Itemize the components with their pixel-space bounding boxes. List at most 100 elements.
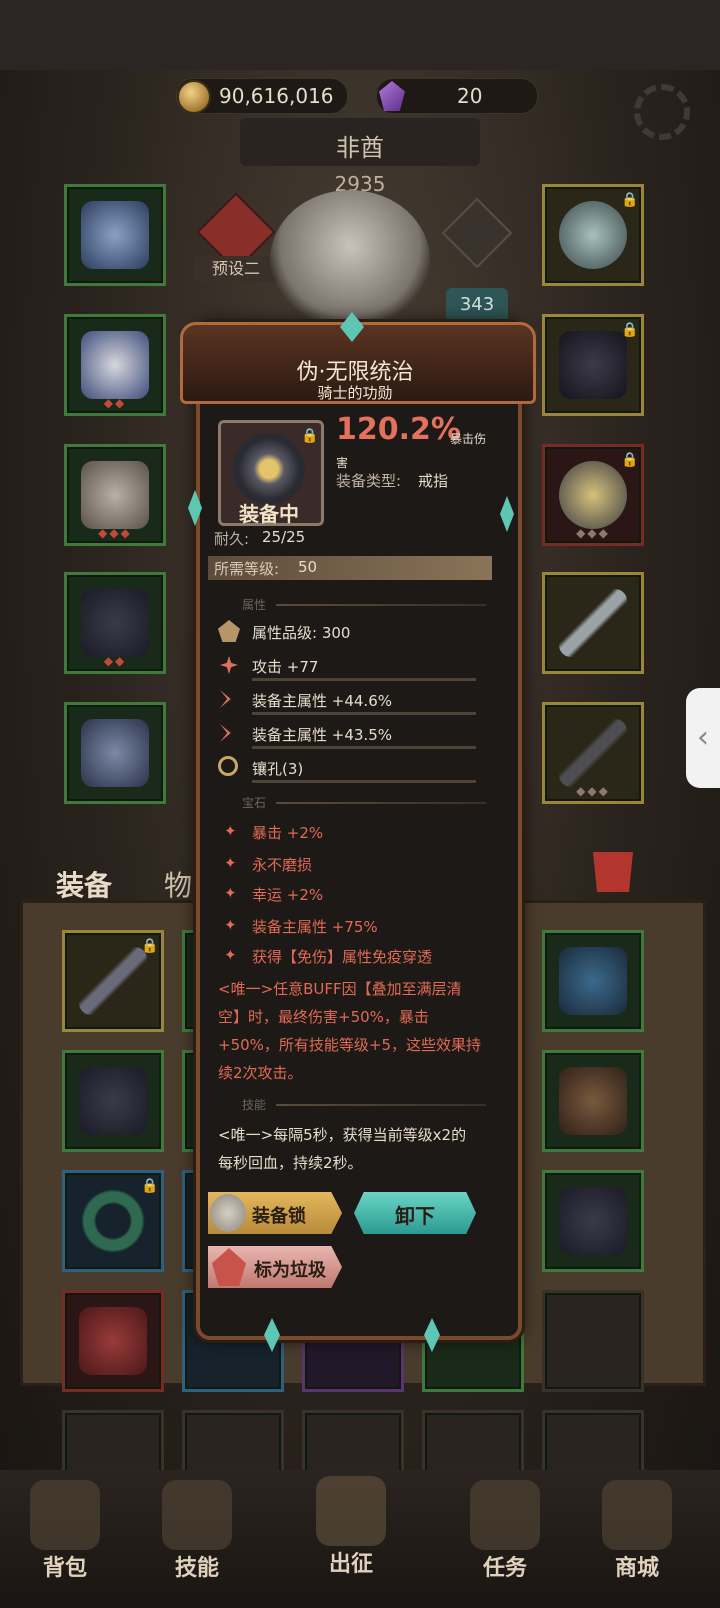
backpack-icon (30, 1480, 100, 1550)
attribute-line: 攻击 +77 (252, 658, 319, 676)
nav-skills[interactable]: 技能 (142, 1480, 252, 1582)
mark-as-junk-label: 标为垃圾 (254, 1260, 326, 1281)
durability-label: 耐久: (214, 530, 250, 548)
inventory-slot[interactable]: 🔒 (62, 1170, 164, 1272)
side-expand-button[interactable]: ‹ (686, 688, 720, 788)
preset-label[interactable]: 预设二 (194, 256, 278, 282)
nav-shop[interactable]: 商城 (582, 1480, 692, 1582)
tab-equip[interactable]: 装备 (56, 864, 112, 904)
lock-icon: 🔒 (621, 192, 639, 208)
inventory-slot[interactable]: 🔒 (62, 930, 164, 1032)
inventory-slot-empty[interactable] (542, 1290, 644, 1392)
nav-label: 背包 (42, 1556, 87, 1581)
type-value: 戒指 (418, 472, 449, 490)
lock-icon: 🔒 (141, 938, 159, 954)
attribute-line: 属性品级: 300 (252, 624, 351, 642)
lock-icon: 🔒 (141, 1178, 159, 1194)
socket-cycle-icon (218, 756, 238, 776)
status-bar-area (0, 0, 720, 70)
level-badge: 343 (446, 288, 508, 322)
gold-amount: 90,616,016 (219, 84, 334, 108)
req-level-label: 所需等级: (214, 560, 280, 578)
unique-effect-line: 空】时，最终伤害+50%，暴击 (218, 1008, 429, 1026)
skill-line: <唯一>每隔5秒，获得当前等级x2的 (218, 1126, 467, 1144)
main-stat-value: 120.2% (336, 412, 461, 447)
unique-effect-line: +50%，所有技能等级+5，这些效果持 (218, 1036, 482, 1054)
attribute-line: 镶孔(3) (252, 760, 304, 778)
hero-name: 非酋 (336, 134, 384, 162)
equip-slot-gloves[interactable]: ◆◆◆ (64, 444, 166, 546)
purple-gem-icon (379, 81, 405, 111)
gem-bullet-icon: ✦ (224, 916, 237, 934)
nav-label: 任务 (482, 1556, 527, 1581)
settings-gear-icon[interactable] (634, 84, 690, 140)
equip-slot-armor[interactable]: ◆◆ (64, 314, 166, 416)
unique-effect-line: <唯一>任意BUFF因【叠加至满层清 (218, 980, 462, 998)
item-subtitle: 骑士的功勋 (317, 384, 393, 402)
nav-backpack[interactable]: 背包 (10, 1480, 120, 1582)
equip-slot-weapon[interactable] (542, 572, 644, 674)
skill-book-icon (162, 1480, 232, 1550)
gem-bullet-icon: ✦ (224, 822, 237, 840)
shop-crown-icon (602, 1480, 672, 1550)
nav-label: 商城 (614, 1556, 659, 1581)
type-label: 装备类型: (336, 472, 402, 490)
unique-effect-line: 续2次攻击。 (218, 1064, 303, 1082)
equipped-tag: 装备中 (239, 502, 299, 526)
attributes-section-title: 属性 (242, 598, 267, 612)
main-stat-label: 暴击伤 (450, 432, 487, 446)
skills-section-title: 技能 (242, 1098, 267, 1112)
nav-expedition[interactable]: 出征 (296, 1476, 406, 1578)
gem-bullet-icon: ✦ (224, 884, 237, 902)
lock-icon: 🔒 (621, 322, 639, 338)
attribute-bar (252, 712, 476, 715)
lock-icon: 🔒 (301, 428, 319, 444)
nav-label: 出征 (328, 1552, 373, 1577)
scroll-icon (470, 1480, 540, 1550)
hero-portrait (270, 190, 430, 330)
equip-slot-ring[interactable]: 🔒 ◆◆◆ (542, 444, 644, 546)
gem-amount: 20 (457, 84, 483, 108)
gold-coin-icon (177, 80, 211, 114)
durability-value: 25/25 (262, 528, 306, 546)
inventory-slot[interactable] (542, 1170, 644, 1272)
equip-slot-offhand[interactable]: ◆◆◆ (542, 702, 644, 804)
equipment-lock-label: 装备锁 (252, 1206, 306, 1227)
attribute-bar (252, 746, 476, 749)
gems-section-title: 宝石 (242, 796, 267, 810)
gem-line: 装备主属性 +75% (252, 918, 378, 936)
gem-bullet-icon: ✦ (224, 946, 237, 964)
sword-icon (316, 1476, 386, 1546)
req-level-value: 50 (298, 558, 318, 576)
main-stat-label-wrap: 害 (336, 456, 349, 470)
ring-icon (233, 433, 305, 505)
equip-slot-pants[interactable]: ◆◆ (64, 572, 166, 674)
attribute-bar (252, 678, 476, 681)
inventory-slot[interactable] (542, 1050, 644, 1152)
nav-quests[interactable]: 任务 (450, 1480, 560, 1582)
inventory-slot[interactable] (62, 1290, 164, 1392)
inventory-slot[interactable] (62, 1050, 164, 1152)
gem-line: 幸运 +2% (252, 886, 324, 904)
gem-line: 暴击 +2% (252, 824, 324, 842)
gem-line: 永不磨损 (252, 856, 313, 874)
section-divider (276, 604, 486, 606)
equip-slot-helmet[interactable] (64, 184, 166, 286)
inventory-slot[interactable] (542, 930, 644, 1032)
equip-slot-necklace[interactable]: 🔒 (542, 184, 644, 286)
equip-slot-boots[interactable] (64, 702, 166, 804)
attribute-line: 装备主属性 +44.6% (252, 692, 392, 710)
section-divider (276, 802, 486, 804)
nav-label: 技能 (174, 1556, 219, 1581)
lock-icon: 🔒 (621, 452, 639, 468)
section-divider (276, 1104, 486, 1106)
skill-line: 每秒回血，持续2秒。 (218, 1154, 363, 1172)
gold-counter: 90,616,016 (176, 78, 348, 114)
attribute-bar (252, 780, 476, 783)
unequip-label: 卸下 (395, 1204, 435, 1228)
gem-counter: 20 (376, 78, 538, 114)
padlock-icon (210, 1194, 246, 1232)
gem-line: 获得【免伤】属性免疫穿透 (252, 948, 433, 966)
equip-slot-bracelet[interactable]: 🔒 (542, 314, 644, 416)
gem-bullet-icon: ✦ (224, 854, 237, 872)
